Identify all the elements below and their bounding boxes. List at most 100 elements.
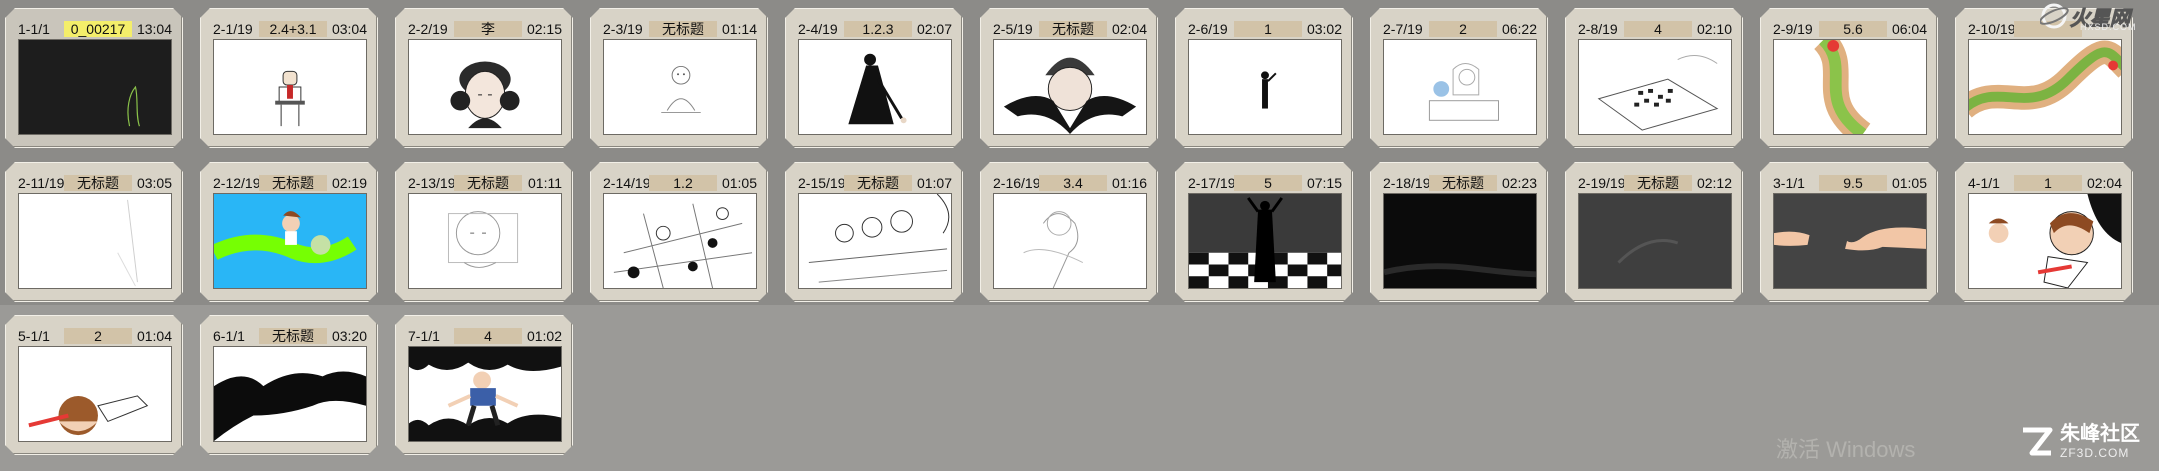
shot-card[interactable]: 3-1/1 9.5 01:05 xyxy=(1760,162,1938,302)
shot-card[interactable]: 2-9/19 5.6 06:04 xyxy=(1760,8,1938,148)
shot-id: 2-11/19 xyxy=(18,175,64,191)
hxsd-logo-subtext: HXSD.COM xyxy=(2080,22,2137,32)
shot-thumbnail[interactable] xyxy=(1968,193,2122,289)
thumbnail-image xyxy=(1597,55,1719,131)
shot-duration: 01:04 xyxy=(136,328,172,344)
shot-duration: 02:23 xyxy=(1501,175,1537,191)
shot-thumbnail[interactable] xyxy=(993,39,1147,135)
shot-header: 2-9/19 5.6 06:04 xyxy=(1773,21,1927,37)
shot-header: 7-1/1 4 01:02 xyxy=(408,328,562,344)
shot-duration: 01:11 xyxy=(528,175,562,191)
thumbnail-image xyxy=(447,211,519,268)
shot-duration: 07:15 xyxy=(1306,175,1342,191)
thumbnail-image xyxy=(1189,194,1341,288)
shot-id: 6-1/1 xyxy=(213,328,245,344)
shot-thumbnail[interactable] xyxy=(18,193,172,289)
shot-thumbnail[interactable] xyxy=(408,39,562,135)
shot-card[interactable]: 2-4/19 1.2.3 02:07 xyxy=(785,8,963,148)
shot-duration: 03:05 xyxy=(136,175,172,191)
shot-id: 2-14/19 xyxy=(603,175,649,191)
shot-card[interactable]: 2-5/19 无标题 02:04 xyxy=(980,8,1158,148)
shot-card[interactable]: 2-11/19 无标题 03:05 xyxy=(5,162,183,302)
shot-thumbnail[interactable] xyxy=(408,193,562,289)
shot-name: 5 xyxy=(1234,175,1302,191)
shot-card[interactable]: 2-15/19 无标题 01:07 xyxy=(785,162,963,302)
shot-thumbnail[interactable] xyxy=(1968,39,2122,135)
zf3d-logo-text: 朱峰社区 xyxy=(2060,423,2140,445)
shot-thumbnail[interactable] xyxy=(603,39,757,135)
shot-card[interactable]: 2-12/19 无标题 02:19 xyxy=(200,162,378,302)
shot-card[interactable]: 2-6/19 1 03:02 xyxy=(1175,8,1353,148)
shot-duration: 01:07 xyxy=(916,175,952,191)
shot-name: 2 xyxy=(1429,21,1497,37)
shot-name: 9.5 xyxy=(1819,175,1887,191)
shot-header: 2-2/19 李 02:15 xyxy=(408,21,562,37)
shot-header: 2-4/19 1.2.3 02:07 xyxy=(798,21,952,37)
shot-card[interactable]: 6-1/1 无标题 03:20 xyxy=(200,315,378,455)
shot-thumbnail[interactable] xyxy=(1188,193,1342,289)
shot-card[interactable]: 2-7/19 2 06:22 xyxy=(1370,8,1548,148)
zf3d-logo: 朱峰社区 ZF3D.COM xyxy=(2020,424,2140,459)
zf3d-logo-icon xyxy=(2023,427,2053,455)
shot-id: 2-1/19 xyxy=(213,21,253,37)
shot-card[interactable]: 2-14/19 1.2 01:05 xyxy=(590,162,768,302)
shot-header: 2-16/19 3.4 01:16 xyxy=(993,175,1147,191)
hxsd-logo: 火星网 HXSD.COM xyxy=(2039,2,2156,32)
shot-duration: 02:19 xyxy=(331,175,367,191)
shot-thumbnail[interactable] xyxy=(798,39,952,135)
shot-thumbnail[interactable] xyxy=(18,346,172,442)
zf3d-logo-subtext: ZF3D.COM xyxy=(2060,446,2130,460)
shot-header: 2-3/19 无标题 01:14 xyxy=(603,21,757,37)
shot-thumbnail[interactable] xyxy=(603,193,757,289)
shot-thumbnail[interactable] xyxy=(798,193,952,289)
shot-header: 2-14/19 1.2 01:05 xyxy=(603,175,757,191)
shot-card[interactable]: 2-3/19 无标题 01:14 xyxy=(590,8,768,148)
shot-header: 2-19/19 无标题 02:12 xyxy=(1578,175,1732,191)
shot-duration: 01:02 xyxy=(526,328,562,344)
shot-card[interactable]: 2-19/19 无标题 02:12 xyxy=(1565,162,1743,302)
shot-thumbnail[interactable] xyxy=(1773,193,1927,289)
shot-thumbnail[interactable] xyxy=(1383,39,1537,135)
shot-header: 2-1/19 2.4+3.1 03:04 xyxy=(213,21,367,37)
shot-thumbnail[interactable] xyxy=(993,193,1147,289)
shot-name: 5.6 xyxy=(1819,21,1887,37)
shot-thumbnail[interactable] xyxy=(213,193,367,289)
shot-card[interactable]: 2-18/19 无标题 02:23 xyxy=(1370,162,1548,302)
shot-thumbnail[interactable] xyxy=(213,39,367,135)
shot-card[interactable]: 2-13/19 无标题 01:11 xyxy=(395,162,573,302)
shot-card[interactable]: 2-1/19 2.4+3.1 03:04 xyxy=(200,8,378,148)
shot-duration: 02:04 xyxy=(2086,175,2122,191)
thumbnail-image xyxy=(275,70,305,127)
shot-thumbnail[interactable] xyxy=(1773,39,1927,135)
shot-id: 2-10/19 xyxy=(1968,21,2014,37)
shot-card[interactable]: 2-17/19 5 07:15 xyxy=(1175,162,1353,302)
shot-thumbnail[interactable] xyxy=(408,346,562,442)
shot-card[interactable]: 4-1/1 1 02:04 xyxy=(1955,162,2133,302)
shot-thumbnail[interactable] xyxy=(1578,39,1732,135)
shot-name: 无标题 xyxy=(1624,175,1692,191)
shot-duration: 06:22 xyxy=(1501,21,1537,37)
shot-duration: 01:05 xyxy=(721,175,757,191)
shot-name: 无标题 xyxy=(1429,175,1497,191)
shot-header: 2-7/19 2 06:22 xyxy=(1383,21,1537,37)
shot-header: 2-6/19 1 03:02 xyxy=(1188,21,1342,37)
shot-thumbnail[interactable] xyxy=(1383,193,1537,289)
shot-card[interactable]: 2-16/19 3.4 01:16 xyxy=(980,162,1158,302)
shot-thumbnail[interactable] xyxy=(1188,39,1342,135)
thumbnail-image xyxy=(1774,194,1926,288)
shot-id: 2-6/19 xyxy=(1188,21,1228,37)
shot-thumbnail[interactable] xyxy=(1578,193,1732,289)
shot-card[interactable]: 1-1/1 0_00217 13:04 xyxy=(5,8,183,148)
shot-name: 4 xyxy=(454,328,522,344)
thumbnail-image xyxy=(808,194,950,283)
shot-card[interactable]: 5-1/1 2 01:04 xyxy=(5,315,183,455)
shot-thumbnail[interactable] xyxy=(213,346,367,442)
shot-id: 2-17/19 xyxy=(1188,175,1234,191)
shot-name: 无标题 xyxy=(844,175,912,191)
shot-card[interactable]: 2-8/19 4 02:10 xyxy=(1565,8,1743,148)
shot-thumbnail[interactable] xyxy=(18,39,172,135)
shot-header: 4-1/1 1 02:04 xyxy=(1968,175,2122,191)
shot-card[interactable]: 7-1/1 4 01:02 xyxy=(395,315,573,455)
shot-duration: 03:02 xyxy=(1306,21,1342,37)
shot-card[interactable]: 2-2/19 李 02:15 xyxy=(395,8,573,148)
